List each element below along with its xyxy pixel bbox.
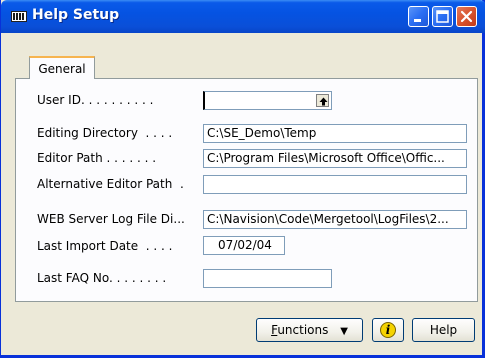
editing-directory-field[interactable]: C:\SE_Demo\Temp [203,124,467,143]
form-icon[interactable] [11,11,27,22]
minimize-button[interactable] [408,6,429,27]
help-button[interactable]: Help [412,318,475,342]
alternative-editor-path-field[interactable] [203,175,467,194]
tab-general[interactable]: General [29,56,95,80]
user-id-label: User ID. . . . . . . . . . [37,93,154,107]
minimize-icon [414,19,421,22]
close-icon [460,10,473,23]
tab-general-label: General [38,62,86,76]
editing-directory-label: Editing Directory . . . . [37,126,173,140]
close-button[interactable] [456,6,477,27]
last-import-date-field[interactable]: 07/02/04 [203,236,285,255]
editor-path-label: Editor Path . . . . . . . [37,151,157,165]
help-button-label: Help [429,323,458,337]
title-bar[interactable]: Help Setup [1,0,485,33]
last-import-date-label: Last Import Date . . . . [37,239,173,253]
editor-path-value: C:\Program Files\Microsoft Office\Offic.… [207,151,445,165]
functions-button[interactable]: Functions ▼ [256,318,363,342]
maximize-button[interactable] [432,6,453,27]
web-server-log-file-dir-label: WEB Server Log File Di... [37,212,185,226]
last-faq-no-label: Last FAQ No. . . . . . . . [37,271,167,285]
maximize-icon [436,10,449,23]
editor-path-field[interactable]: C:\Program Files\Microsoft Office\Offic.… [203,149,467,168]
info-icon-letter: i [385,323,391,337]
help-setup-window: Help Setup General User ID. . . . . . . … [0,0,485,358]
info-icon: i [380,322,396,338]
lookup-arrow-icon [319,97,328,106]
web-server-log-file-dir-value: C:\Navision\Code\Mergetool\LogFiles\2... [207,212,449,226]
info-button[interactable]: i [372,318,404,342]
last-import-date-value: 07/02/04 [218,238,272,252]
lookup-button[interactable] [316,94,329,107]
user-id-field[interactable] [203,91,332,110]
editing-directory-value: C:\SE_Demo\Temp [207,126,317,140]
alternative-editor-path-label: Alternative Editor Path . [37,177,184,191]
functions-button-label: unctions [277,323,329,337]
web-server-log-file-dir-field[interactable]: C:\Navision\Code\Mergetool\LogFiles\2... [203,210,467,229]
chevron-down-icon: ▼ [340,326,348,337]
last-faq-no-field[interactable] [203,269,332,288]
window-title: Help Setup [32,7,120,23]
